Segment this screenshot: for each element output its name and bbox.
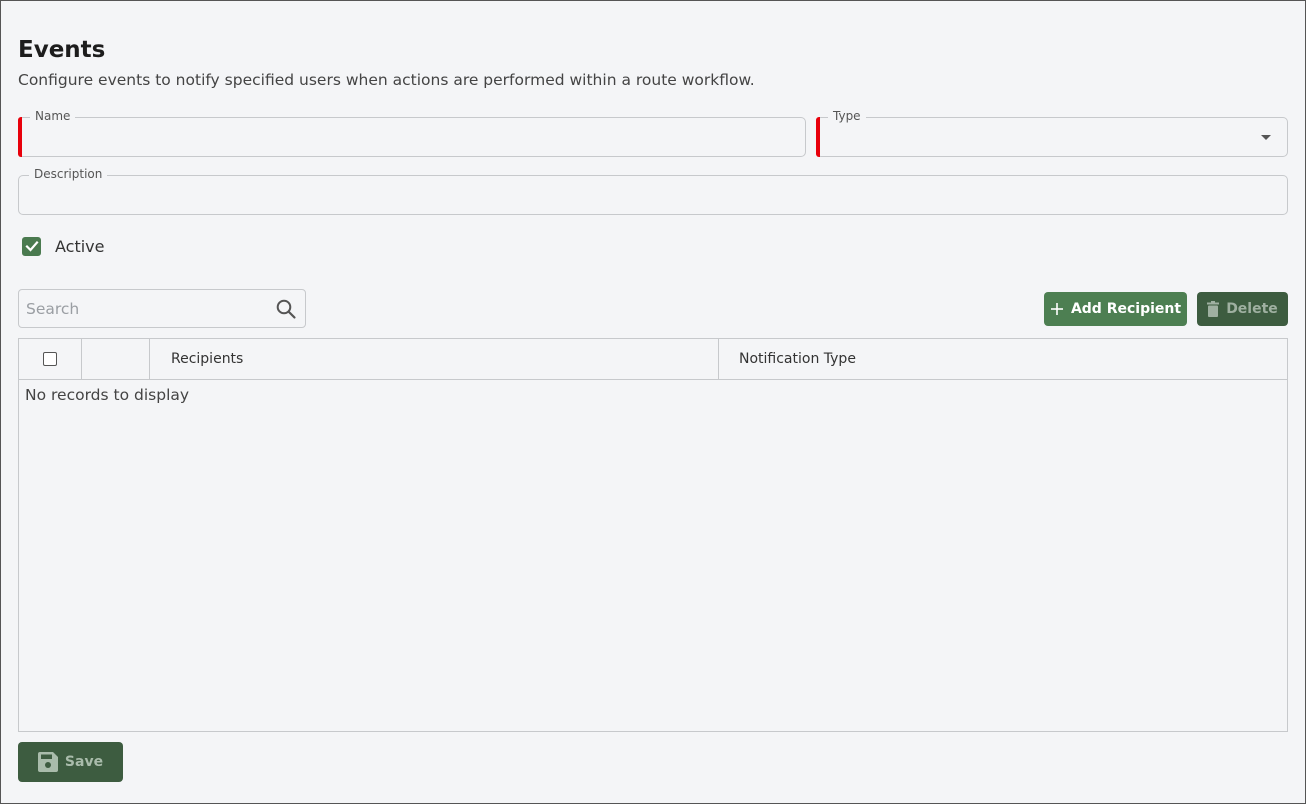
- caret-down-icon[interactable]: [1261, 135, 1271, 140]
- select-all-cell: [19, 339, 82, 379]
- recipients-table: Recipients Notification Type No records …: [18, 338, 1288, 732]
- add-recipient-label: Add Recipient: [1070, 301, 1182, 317]
- header-blank-cell: [82, 339, 150, 379]
- save-button[interactable]: Save: [18, 742, 123, 782]
- active-checkbox[interactable]: [22, 236, 41, 256]
- floppy-disk-icon: [37, 752, 58, 772]
- delete-button[interactable]: Delete: [1197, 292, 1288, 326]
- description-field-label: Description: [29, 166, 108, 182]
- name-field-label: Name: [30, 108, 76, 124]
- save-label: Save: [64, 754, 104, 770]
- page-title: Events: [18, 37, 106, 63]
- type-select[interactable]: Type: [816, 108, 1288, 157]
- trash-icon: [1207, 301, 1220, 317]
- page-subtitle: Configure events to notify specified use…: [18, 71, 755, 89]
- name-input[interactable]: [29, 126, 795, 150]
- active-toggle[interactable]: Active: [22, 234, 105, 258]
- name-field[interactable]: Name: [18, 108, 806, 157]
- description-input[interactable]: [29, 184, 1277, 208]
- select-all-checkbox[interactable]: [43, 352, 57, 366]
- description-field[interactable]: Description: [18, 166, 1288, 215]
- type-field-label: Type: [828, 108, 866, 124]
- column-header-recipients[interactable]: Recipients: [150, 339, 719, 379]
- plus-icon: [1050, 302, 1064, 316]
- events-page: Events Configure events to notify specif…: [0, 0, 1306, 804]
- check-icon: [24, 240, 39, 252]
- search-input[interactable]: [26, 299, 266, 319]
- table-header: Recipients Notification Type: [19, 339, 1287, 380]
- column-header-notification-type[interactable]: Notification Type: [719, 339, 1287, 379]
- active-label: Active: [55, 236, 105, 256]
- search-box[interactable]: [18, 289, 306, 328]
- empty-state-text: No records to display: [25, 386, 190, 404]
- search-icon[interactable]: [275, 298, 297, 320]
- delete-label: Delete: [1226, 301, 1278, 317]
- add-recipient-button[interactable]: Add Recipient: [1044, 292, 1187, 326]
